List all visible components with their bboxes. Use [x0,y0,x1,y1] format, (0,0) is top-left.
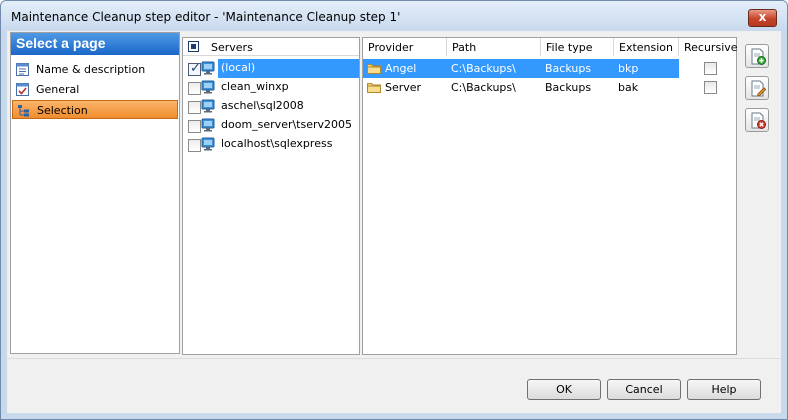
provider-extension: bkp [614,59,679,78]
provider-path: C:\Backups\ [447,59,541,78]
nav-item-label: Selection [37,104,88,117]
dialog-button-bar: OK Cancel Help [7,358,781,413]
server-row[interactable]: (local) [183,59,359,78]
nav-item-label: General [36,83,80,96]
add-document-icon [751,48,766,65]
ok-button[interactable]: OK [527,379,601,400]
column-header-extension[interactable]: Extension [614,38,679,56]
servers-header-label: Servers [211,41,253,54]
nav-item-name-description[interactable]: Name & description [12,60,178,79]
recursive-checkbox[interactable] [704,62,717,75]
provider-file-type: Backups [545,81,592,94]
dialog-client-area: Select a page Name & description General… [7,31,781,413]
column-header-path[interactable]: Path [447,38,541,56]
provider-extension: bak [618,81,639,94]
selection-icon [18,105,29,117]
servers-list: Servers (local) [182,37,360,355]
edit-document-icon [751,80,766,97]
nav-item-selection[interactable]: Selection [12,100,178,119]
providers-header: Provider Path File type Extension Recurs… [363,38,738,56]
nav-item-label: Name & description [36,63,146,76]
title-bar[interactable]: Maintenance Cleanup step editor - 'Maint… [1,1,787,31]
help-button[interactable]: Help [687,379,761,400]
server-row[interactable]: localhost\sqlexpress [183,135,359,154]
add-provider-button[interactable] [745,44,769,68]
server-label: localhost\sqlexpress [221,137,333,150]
server-icon [201,118,215,132]
server-row[interactable]: clean_winxp [183,78,359,97]
server-label: (local) [218,59,359,78]
general-icon [16,83,29,96]
server-checkbox[interactable] [188,82,201,95]
server-checkbox[interactable] [188,139,201,152]
window-title: Maintenance Cleanup step editor - 'Maint… [11,10,401,24]
edit-provider-button[interactable] [745,76,769,100]
server-icon [201,137,215,151]
column-header-recursive[interactable]: Recursive [679,38,738,56]
server-row[interactable]: aschel\sql2008 [183,97,359,116]
server-icon [201,80,215,94]
provider-path: C:\Backups\ [451,81,516,94]
server-checkbox[interactable] [188,101,201,114]
page-selector-header: Select a page [11,33,179,55]
servers-header: Servers [183,38,359,56]
server-row[interactable]: doom_server\tserv2005 [183,116,359,135]
folder-icon [367,83,381,93]
server-checkbox[interactable] [188,61,201,76]
dialog-window: Maintenance Cleanup step editor - 'Maint… [0,0,788,420]
server-icon [201,61,215,75]
page-selector-pane: Select a page Name & description General… [10,32,180,354]
column-header-file-type[interactable]: File type [541,38,614,56]
folder-icon [367,64,381,74]
select-all-checkbox[interactable] [188,41,199,52]
nav-item-general[interactable]: General [12,80,178,99]
name-description-icon [16,63,29,76]
server-checkbox[interactable] [188,120,201,133]
close-button[interactable]: x [748,9,777,27]
column-header-provider[interactable]: Provider [363,38,447,56]
delete-provider-button[interactable] [745,108,769,132]
delete-document-icon [751,112,766,129]
server-label: aschel\sql2008 [221,99,304,112]
provider-row[interactable]: Angel C:\Backups\ Backups bkp [363,59,736,78]
recursive-checkbox[interactable] [704,81,717,94]
server-label: doom_server\tserv2005 [221,118,353,131]
server-icon [201,99,215,113]
provider-row[interactable]: Server C:\Backups\ Backups bak [363,78,736,97]
server-label: clean_winxp [221,80,289,93]
cancel-button[interactable]: Cancel [607,379,681,400]
provider-file-type: Backups [541,59,614,78]
providers-grid: Provider Path File type Extension Recurs… [362,37,738,355]
